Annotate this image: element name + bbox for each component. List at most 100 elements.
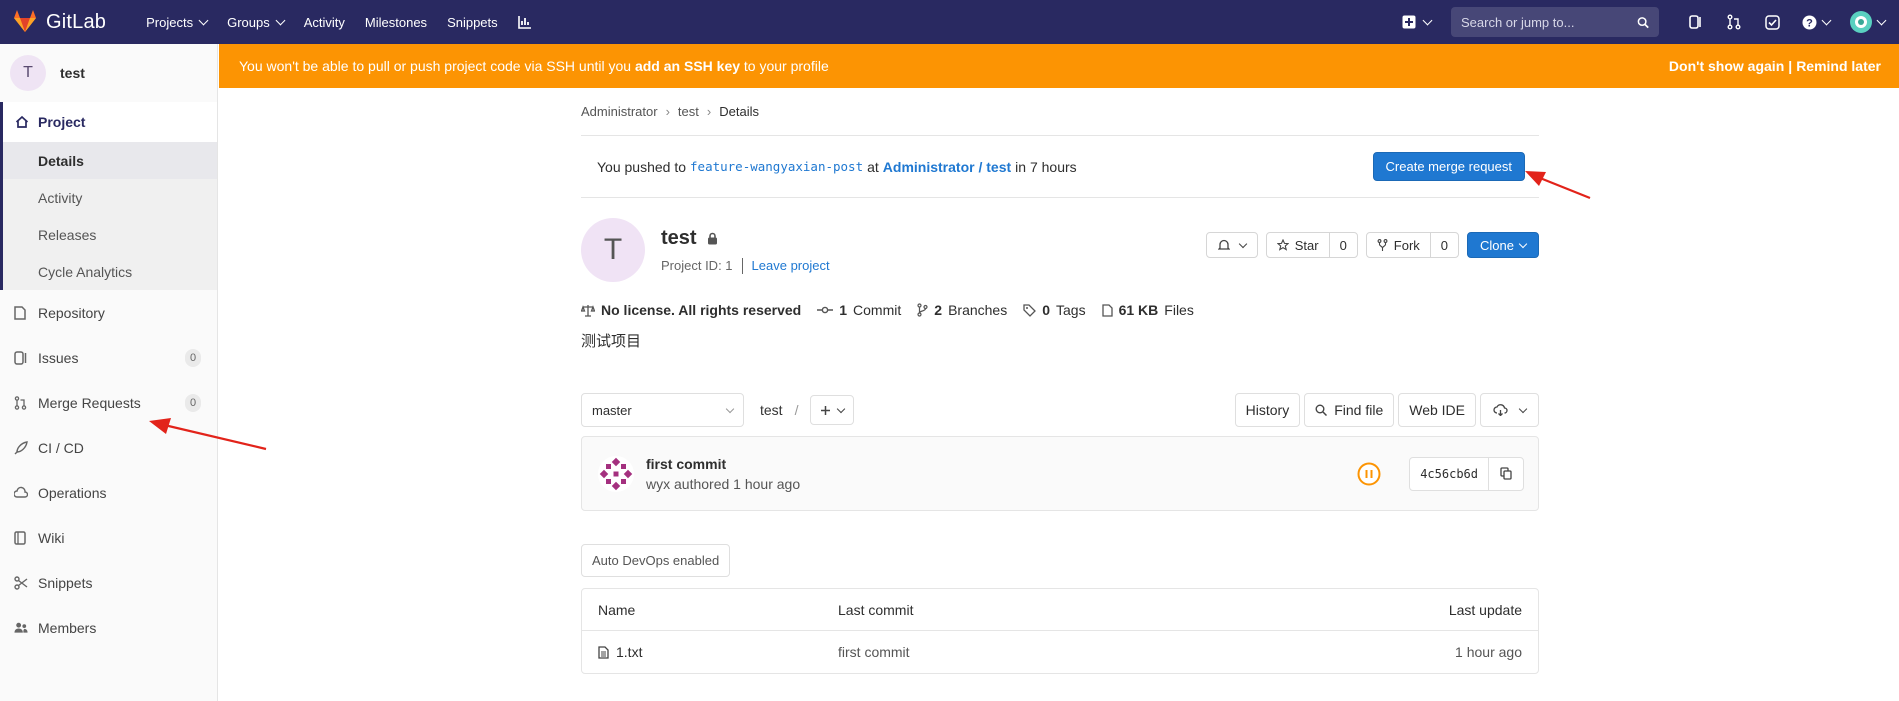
sidebar-item-issues[interactable]: Issues 0 (0, 335, 217, 380)
breadcrumb-details[interactable]: Details (719, 104, 759, 119)
nav-todos[interactable] (1753, 0, 1791, 44)
find-file-button[interactable]: Find file (1304, 393, 1395, 427)
breadcrumb-administrator[interactable]: Administrator (581, 104, 658, 119)
project-meta: Project ID: 1 Leave project (661, 257, 830, 274)
sidebar-subitem-details[interactable]: Details (3, 142, 217, 179)
commit-sha[interactable]: 4c56cb6d (1410, 457, 1489, 490)
copy-sha-button[interactable] (1489, 458, 1523, 490)
banner-suffix: to your profile (743, 58, 829, 74)
new-dropdown[interactable] (1393, 0, 1439, 44)
file-tree-table: Name Last commit Last update 1.txt first… (581, 588, 1539, 674)
search-box[interactable] (1451, 7, 1659, 37)
project-sidebar: T test Project Details Activity Releases… (0, 44, 218, 701)
issues-icon (14, 350, 28, 365)
merge-request-icon (14, 395, 28, 410)
sidebar-item-merge-requests[interactable]: Merge Requests 0 (0, 380, 217, 425)
brand-name: GitLab (46, 10, 107, 33)
brand[interactable]: GitLab (12, 9, 106, 36)
web-ide-button[interactable]: Web IDE (1398, 393, 1476, 427)
nav-admin-chart[interactable] (508, 15, 542, 29)
chevron-down-icon (1821, 15, 1832, 25)
repo-tree-controls: master test / History Find file Web IDE (581, 393, 1539, 427)
sidebar-item-ci-cd[interactable]: CI / CD (0, 425, 217, 470)
todo-check-icon (1764, 14, 1780, 30)
sidebar-project-header[interactable]: T test (0, 44, 217, 102)
nav-milestones[interactable]: Milestones (355, 15, 437, 30)
fork-icon (1377, 238, 1388, 251)
sidebar-item-operations[interactable]: Operations (0, 470, 217, 515)
leave-project-link[interactable]: Leave project (752, 258, 830, 273)
nav-projects[interactable]: Projects (136, 15, 217, 30)
sidebar-subitem-releases[interactable]: Releases (3, 216, 217, 253)
sidebar-item-members[interactable]: Members (0, 605, 217, 650)
banner-message: You won't be able to pull or push projec… (239, 58, 829, 74)
fork-button[interactable]: Fork 0 (1365, 232, 1460, 258)
tree-path-root[interactable]: test (760, 402, 783, 418)
sidebar-item-repository[interactable]: Repository (0, 290, 217, 335)
license-stat[interactable]: No license. All rights reserved (581, 302, 801, 318)
clone-dropdown[interactable]: Clone (1467, 232, 1539, 258)
sidebar-item-snippets[interactable]: Snippets (0, 560, 217, 605)
branches-count: 2 (934, 302, 943, 318)
copy-icon (1500, 467, 1512, 480)
sidebar-item-wiki[interactable]: Wiki (0, 515, 217, 560)
commit-info: first commit wyx authored 1 hour ago (646, 456, 800, 492)
home-icon (15, 115, 29, 128)
branch-selector[interactable]: master (581, 393, 744, 427)
star-count[interactable]: 0 (1328, 233, 1357, 257)
nav-groups[interactable]: Groups (217, 15, 294, 30)
pipeline-paused-icon[interactable] (1357, 462, 1381, 486)
commits-stat[interactable]: 1 Commit (817, 302, 901, 318)
commit-actions: 4c56cb6d (1357, 456, 1524, 491)
nav-merge-requests[interactable] (1715, 0, 1753, 44)
nav-groups-label: Groups (227, 14, 270, 30)
sidebar-item-project-label: Project (38, 114, 86, 130)
tags-stat[interactable]: 0 Tags (1023, 302, 1086, 318)
banner-actions: Don't show again | Remind later (1669, 58, 1881, 74)
create-merge-request-button[interactable]: Create merge request (1372, 152, 1525, 181)
star-icon (1276, 239, 1289, 251)
doc-icon (14, 305, 28, 320)
commits-count: 1 (839, 302, 848, 318)
files-size-stat[interactable]: 61 KB Files (1101, 302, 1194, 318)
auto-devops-badge[interactable]: Auto DevOps enabled (581, 544, 731, 577)
fork-count[interactable]: 0 (1429, 233, 1458, 257)
table-row[interactable]: 1.txt first commit 1 hour ago (582, 631, 1538, 673)
commit-title-link[interactable]: first commit (646, 456, 800, 472)
breadcrumb-test[interactable]: test (678, 104, 699, 119)
search-input[interactable] (1461, 14, 1637, 30)
branches-stat[interactable]: 2 Branches (917, 302, 1007, 318)
dont-show-again-link[interactable]: Don't show again (1669, 58, 1784, 74)
pushed-branch-link[interactable]: feature-wangyaxian-post (690, 159, 863, 174)
issues-count-badge: 0 (185, 348, 201, 367)
notification-dropdown[interactable] (1205, 232, 1258, 258)
sidebar-item-project[interactable]: Project (3, 102, 217, 142)
nav-activity[interactable]: Activity (294, 15, 355, 30)
file-last-commit-link[interactable]: first commit (838, 644, 910, 660)
star-button[interactable]: Star 0 (1265, 232, 1358, 258)
rocket-icon (14, 440, 28, 455)
cloud-gear-icon (14, 486, 28, 500)
sidebar-item-label: Wiki (38, 529, 65, 546)
remind-later-link[interactable]: Remind later (1796, 58, 1881, 74)
sidebar-subitem-activity[interactable]: Activity (3, 179, 217, 216)
add-to-tree-dropdown[interactable] (810, 395, 855, 425)
sidebar-subitem-cycle-analytics[interactable]: Cycle Analytics (3, 253, 217, 290)
history-button[interactable]: History (1234, 393, 1301, 427)
user-avatar-icon (1849, 11, 1872, 33)
add-ssh-key-link[interactable]: add an SSH key (635, 58, 740, 74)
user-menu[interactable] (1841, 0, 1893, 44)
scale-icon (581, 304, 595, 317)
meta-divider (741, 257, 743, 274)
nav-issues[interactable] (1677, 0, 1715, 44)
chart-icon (517, 16, 531, 29)
files-label: Files (1164, 302, 1194, 318)
push-project-link[interactable]: Administrator / test (883, 159, 1011, 175)
download-dropdown[interactable] (1480, 393, 1539, 427)
fork-label: Fork (1393, 237, 1420, 253)
help-dropdown[interactable]: ? (1791, 0, 1841, 44)
commit-icon (817, 306, 834, 314)
lock-icon (707, 232, 717, 244)
nav-snippets[interactable]: Snippets (437, 15, 508, 30)
file-name-link[interactable]: 1.txt (616, 644, 642, 660)
